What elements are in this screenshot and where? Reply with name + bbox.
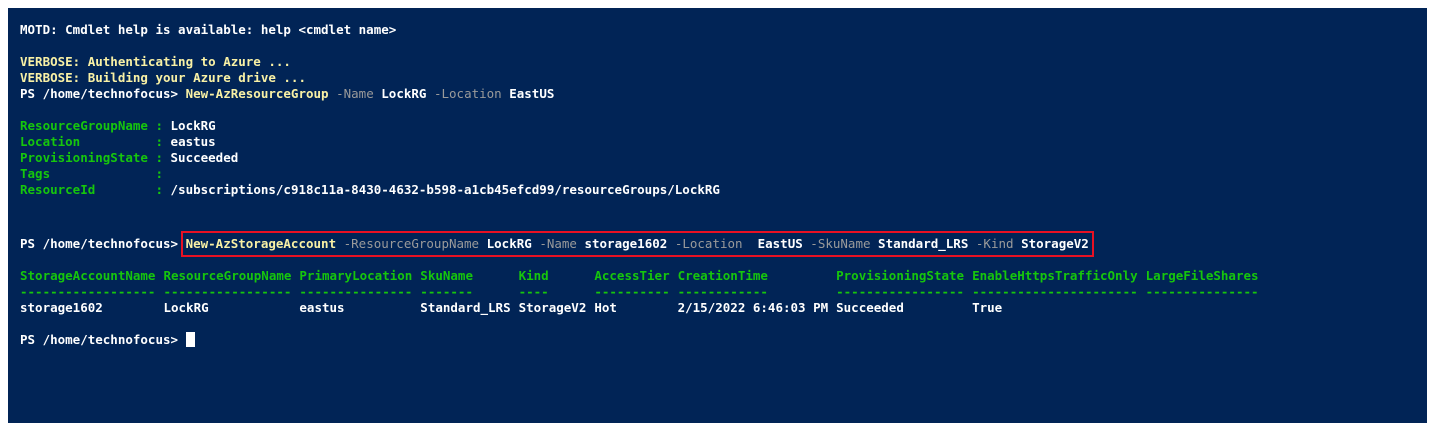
verbose-line: VERBOSE: Authenticating to Azure ... [20,54,291,69]
prompt: PS /home/technofocus> [20,236,179,251]
column-header: PrimaryLocation [299,268,413,283]
table-cell: StorageV2 [518,300,587,315]
argument: StorageV2 [1021,236,1089,251]
argument: LockRG [381,86,427,101]
parameter: -Name [336,86,374,101]
motd-line: MOTD: Cmdlet help is available: help <cm… [20,22,397,37]
column-header: CreationTime [677,268,768,283]
divider: ----------------- [836,284,965,299]
table-divider-row: ------------------ ----------------- ---… [20,284,1267,300]
argument: EastUS [509,86,555,101]
column-header: StorageAccountName [20,268,156,283]
text-cursor [185,332,195,347]
property-name: ResourceGroupName [20,118,148,133]
powershell-terminal[interactable]: MOTD: Cmdlet help is available: help <cm… [8,8,1427,423]
cmdlet-name: New-AzStorageAccount [185,236,337,251]
table-cell: 2/15/2022 6:46:03 PM [677,300,829,315]
column-header: ResourceGroupName [163,268,292,283]
parameter: -Kind [975,236,1014,251]
divider: ---------------------- [972,284,1138,299]
divider: ----------------- [163,284,292,299]
divider: ------------------ [20,284,156,299]
divider: ------- [420,284,473,299]
parameter: -Name [539,236,577,251]
column-header: LargeFileShares [1145,268,1259,283]
cmdlet-name: New-AzResourceGroup [185,86,329,101]
prompt: PS /home/technofocus> [20,332,179,347]
property-value: Succeeded [170,150,239,165]
divider: ---- [518,284,549,299]
property-name: ProvisioningState [20,150,148,165]
command-line-2: PS /home/technofocus> New-AzStorageAccou… [20,231,1427,257]
property-row: ProvisioningState : Succeeded [20,150,239,165]
table-cell: LockRG [163,300,209,315]
parameter: -ResourceGroupName [343,236,480,251]
property-row: ResourceGroupName : LockRG [20,118,216,133]
property-row: ResourceId : /subscriptions/c918c11a-843… [20,182,720,197]
property-value: LockRG [170,118,216,133]
table-cell: Hot [594,300,617,315]
parameter: -SkuName [810,236,871,251]
column-header: AccessTier [594,268,670,283]
verbose-line: VERBOSE: Building your Azure drive ... [20,70,306,85]
current-prompt-line[interactable]: PS /home/technofocus> [20,332,1427,348]
command-line-1: PS /home/technofocus> New-AzResourceGrou… [20,86,1427,102]
prompt: PS /home/technofocus> [20,86,179,101]
property-value: /subscriptions/c918c11a-8430-4632-b598-a… [170,182,720,197]
column-header: SkuName [420,268,473,283]
property-name: Tags [20,166,51,181]
argument: EastUS [757,236,803,251]
divider: --------------- [1145,284,1259,299]
parameter: -Location [433,86,502,101]
table-cell: Succeeded [836,300,904,315]
argument: LockRG [486,236,532,251]
property-row: Location : eastus [20,134,216,149]
table-header-row: StorageAccountName ResourceGroupName Pri… [20,268,1267,284]
property-name: Location [20,134,81,149]
property-name: ResourceId [20,182,96,197]
table-cell: storage1602 [20,300,103,315]
table-row: storage1602 LockRG eastus Standard_LRS S… [20,300,1267,316]
table-cell: Standard_LRS [420,300,511,315]
highlighted-command: New-AzStorageAccount -ResourceGroupName … [180,231,1094,257]
column-header: EnableHttpsTrafficOnly [972,268,1138,283]
column-header: ProvisioningState [836,268,965,283]
table-cell: eastus [299,300,345,315]
table-cell [1146,300,1267,316]
property-value: eastus [170,134,216,149]
divider: ------------ [677,284,768,299]
table-cell: True [972,300,1003,315]
storage-account-table: StorageAccountName ResourceGroupName Pri… [20,268,1267,316]
parameter: -Location [674,236,743,251]
divider: ---------- [594,284,670,299]
property-row: Tags : [20,166,163,181]
argument: Standard_LRS [878,236,969,251]
column-header: Kind [518,268,549,283]
divider: --------------- [299,284,413,299]
resource-group-output: ResourceGroupName : LockRG Location : ea… [20,118,1427,198]
argument: storage1602 [584,236,668,251]
